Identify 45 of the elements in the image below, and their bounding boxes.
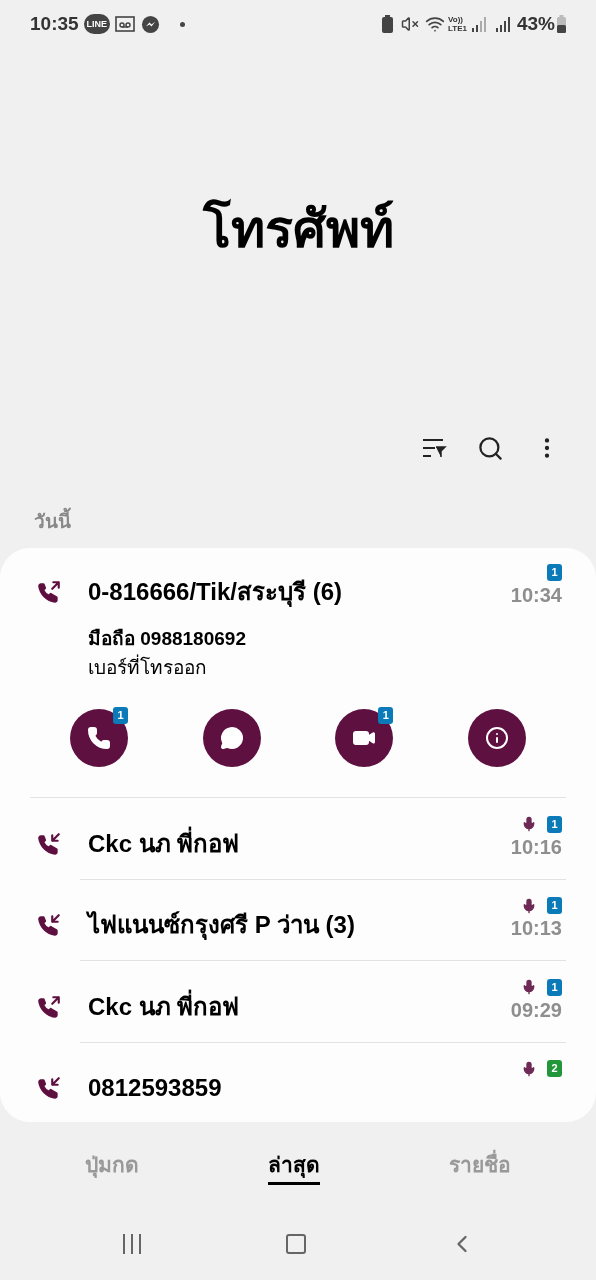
call-button[interactable]: 1 [70,709,128,767]
bottom-tab[interactable]: ล่าสุด [268,1148,320,1186]
battery-icon [557,15,566,33]
video-call-button[interactable]: 1 [335,709,394,767]
call-time: 09:29 [510,997,562,1023]
info-button[interactable] [467,709,526,767]
sim-badge: 1 [547,897,562,914]
sim-badge: 1 [547,815,562,833]
chat-bubble-icon [219,726,244,750]
message-button[interactable] [202,709,261,767]
wifi-icon [425,14,445,34]
sim-badge: 1 [547,564,562,581]
phone-icon [87,726,111,750]
sim-badge: 1 [547,978,562,996]
voicemail-icon [115,16,136,32]
lte-label: LTE1 [448,24,467,33]
contact-name[interactable]: 0812593859 [88,1072,521,1104]
recent-apps-icon[interactable] [120,1233,144,1255]
filter-icon[interactable] [421,437,447,459]
contact-name[interactable]: Ckc นภ พี่กอฟ [88,990,511,1023]
sim-badge: 1 [113,707,128,724]
contact-name[interactable]: 0-816666/Tik/สระบุรี (6) [88,576,511,608]
search-icon[interactable] [477,434,504,462]
info-icon [484,726,509,750]
messenger-icon [141,14,161,34]
call-time: 10:16 [510,834,562,860]
call-type-label: เบอร์ที่โทรออก [88,653,596,683]
call-time: 10:13 [510,916,562,941]
clock: 10:35 [30,11,79,36]
battery-saver-icon [382,15,393,33]
page-title: โทรศัพท์ [202,198,394,260]
call-time: 10:34 [510,583,562,608]
sim-badge: 1 [378,707,394,724]
home-icon[interactable] [284,1232,308,1256]
phone-number: มือถือ 0988180692 [88,627,247,651]
signal-icon [470,16,487,32]
volte-label: Vo)) [448,15,464,24]
signal-icon [494,16,511,32]
mute-icon [401,15,419,33]
contact-name[interactable]: ไฟแนนซ์กรุงศรี P ว่าน (3) [88,909,511,941]
sim-badge: 2 [547,1060,562,1077]
line-app-icon: LINE [83,14,111,34]
section-header: วันนี้ [34,507,71,536]
contact-name[interactable]: Ckc นภ พี่กอฟ [88,827,511,860]
battery-percentage: 43% [516,11,555,36]
